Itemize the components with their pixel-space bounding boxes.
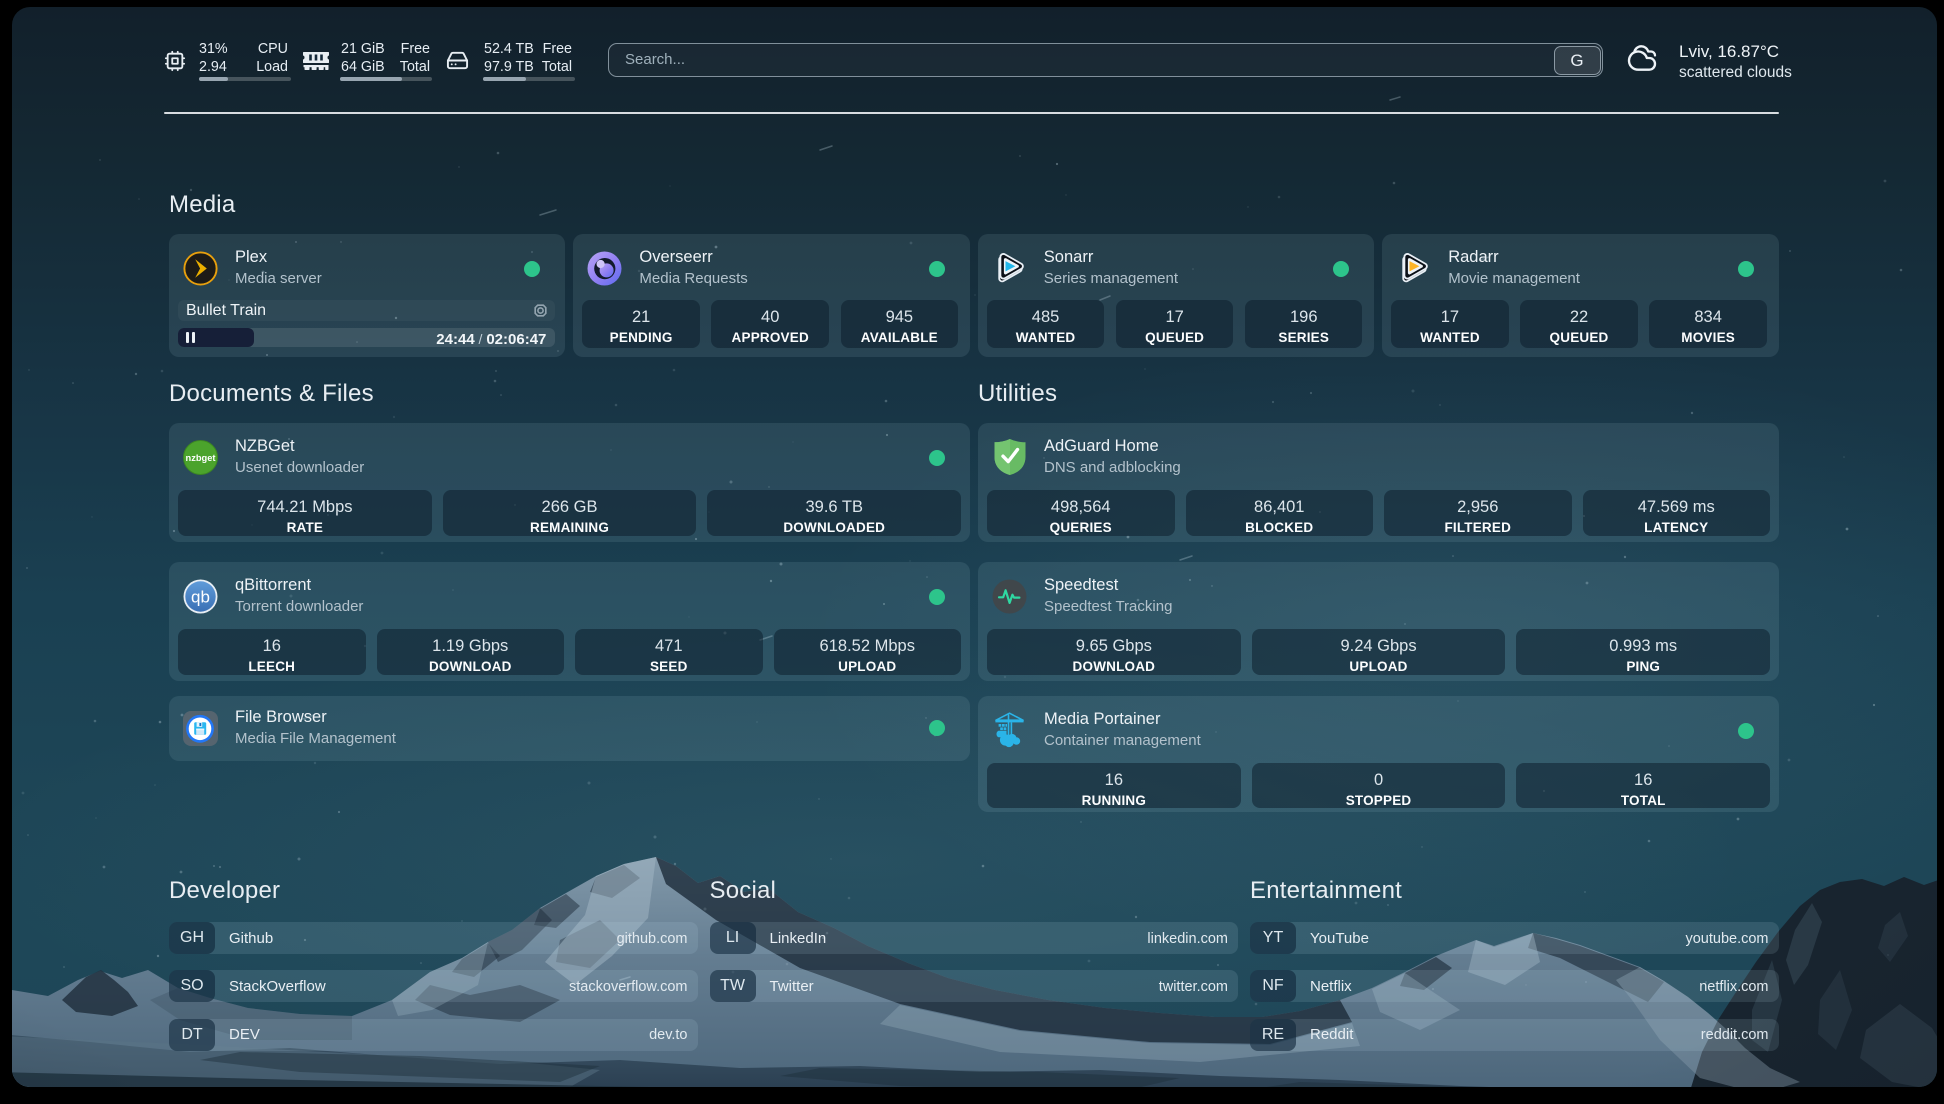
- svg-text:qb: qb: [191, 588, 210, 607]
- svg-text:nzbget: nzbget: [186, 453, 216, 463]
